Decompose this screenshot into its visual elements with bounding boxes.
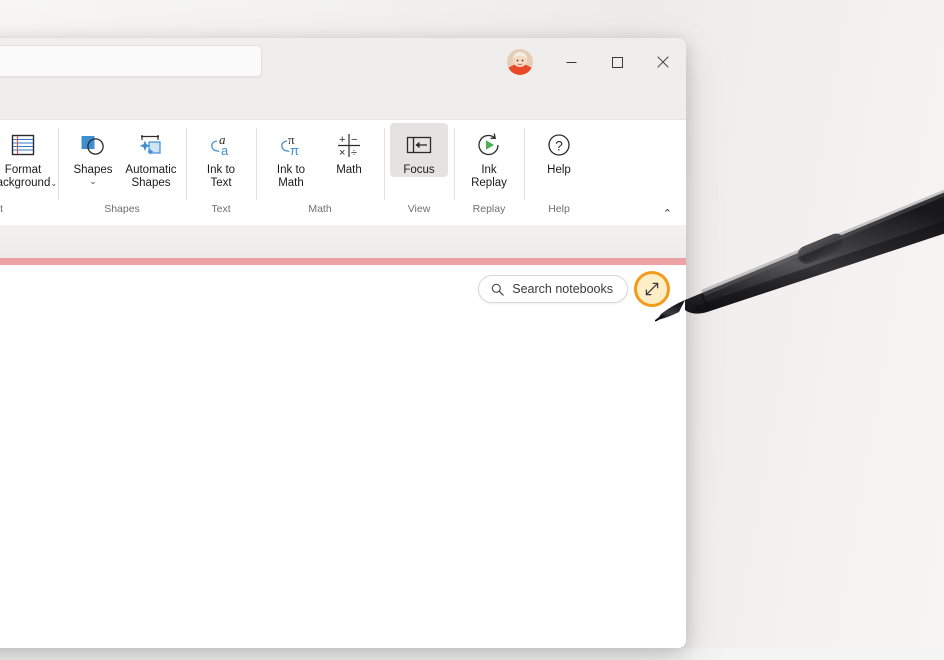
- accent-line: [0, 258, 686, 265]
- canvas-toolbar: Search notebooks: [478, 271, 670, 307]
- ribbon-button-label-text: Format Background: [0, 164, 51, 189]
- ribbon-button-ink-replay[interactable]: Ink Replay: [460, 123, 518, 190]
- svg-text:π: π: [290, 143, 299, 158]
- ribbon-button-math[interactable]: + − × ÷ Math: [320, 123, 378, 177]
- ribbon-button-label: Ink to Math: [276, 164, 306, 189]
- svg-text:?: ?: [555, 138, 563, 154]
- minimize-icon: [566, 61, 576, 63]
- avatar-photo: [507, 49, 533, 75]
- ribbon-button-ink-to-math[interactable]: π π Ink to Math: [262, 123, 320, 190]
- ribbon-button-label: Ink to Text: [206, 164, 236, 189]
- ribbon-button-help[interactable]: ? Help: [530, 123, 588, 177]
- expand-notebook-pane-button[interactable]: [634, 271, 670, 307]
- ribbon-group-shapes: Shapes ⌄ Automatic Shapes Shapes: [58, 120, 186, 225]
- ribbon-group-replay: Ink Replay Replay: [454, 120, 524, 225]
- help-icon: ?: [544, 129, 574, 161]
- ribbon-button-format-background[interactable]: Format Background⌄: [0, 123, 57, 190]
- ribbon-group-label: Math: [308, 203, 332, 215]
- ribbon-button-automatic-shapes[interactable]: Automatic Shapes: [122, 123, 180, 190]
- note-canvas[interactable]: Search notebooks: [0, 265, 686, 648]
- minimize-button[interactable]: [548, 38, 594, 86]
- svg-text:−: −: [351, 134, 357, 146]
- title-bar: [0, 38, 686, 86]
- ink-to-text-icon: a a: [206, 129, 236, 161]
- omnibox-search-input[interactable]: [0, 45, 262, 77]
- desktop-background: Insert Space: [0, 0, 944, 660]
- svg-text:+: +: [339, 134, 345, 146]
- automatic-shapes-icon: [136, 129, 166, 161]
- ribbon-button-label: Math: [336, 164, 362, 176]
- ribbon-group-edit: Insert Space: [0, 120, 58, 225]
- close-button[interactable]: [640, 38, 686, 86]
- svg-text:÷: ÷: [351, 147, 357, 159]
- search-notebooks-button[interactable]: Search notebooks: [478, 275, 628, 303]
- focus-icon: [404, 129, 434, 161]
- notebook-accent-band: [0, 225, 686, 265]
- maximize-icon: [611, 56, 623, 68]
- ribbon-group-label: Shapes: [104, 203, 140, 215]
- ribbon-tab-strip[interactable]: [0, 86, 686, 120]
- ribbon-group-label: Edit: [0, 203, 4, 215]
- user-avatar[interactable]: [507, 49, 533, 75]
- math-icon: + − × ÷: [334, 129, 364, 161]
- ribbon-button-label: Format Background⌄: [0, 164, 57, 190]
- window-controls: [548, 38, 686, 86]
- expand-diagonal-icon: [634, 271, 670, 307]
- ribbon-group-label: Help: [548, 203, 570, 215]
- ribbon-group-view: Focus View: [384, 120, 454, 225]
- ribbon-button-shapes[interactable]: Shapes ⌄: [64, 123, 122, 186]
- ribbon-group-label: View: [407, 203, 431, 215]
- ribbon-button-label: Ink Replay: [471, 164, 507, 189]
- ribbon-group-help: ? Help Help: [524, 120, 594, 225]
- format-background-icon: [8, 129, 38, 161]
- ribbon-button-label: Automatic Shapes: [125, 164, 177, 189]
- svg-text:×: ×: [339, 147, 345, 159]
- ribbon-group-label: Replay: [472, 203, 506, 215]
- chevron-down-icon[interactable]: ⌄: [89, 177, 97, 186]
- ribbon-group-text: a a Ink to Text Text: [186, 120, 256, 225]
- ribbon-button-ink-to-text[interactable]: a a Ink to Text: [192, 123, 250, 190]
- ribbon-button-focus[interactable]: Focus: [390, 123, 448, 177]
- svg-text:a: a: [221, 143, 229, 158]
- ribbon-button-label: Focus: [403, 164, 435, 176]
- ribbon-group-math: π π Ink to Math + − × ÷ Math Math: [256, 120, 384, 225]
- chevron-down-icon[interactable]: ⌄: [50, 179, 57, 188]
- close-icon: [657, 56, 669, 68]
- desk-bottom-strip: [0, 648, 944, 660]
- onenote-window: Insert Space: [0, 38, 686, 648]
- collapse-ribbon-button[interactable]: ⌃: [663, 207, 672, 220]
- search-icon: [491, 283, 504, 296]
- maximize-button[interactable]: [594, 38, 640, 86]
- ink-to-math-icon: π π: [276, 129, 306, 161]
- ribbon-button-label: Help: [547, 164, 571, 176]
- shapes-icon: [78, 129, 108, 161]
- ribbon: Insert Space: [0, 120, 686, 225]
- ink-replay-icon: [474, 129, 504, 161]
- search-notebooks-label: Search notebooks: [512, 282, 613, 296]
- ribbon-group-label: Text: [211, 203, 231, 215]
